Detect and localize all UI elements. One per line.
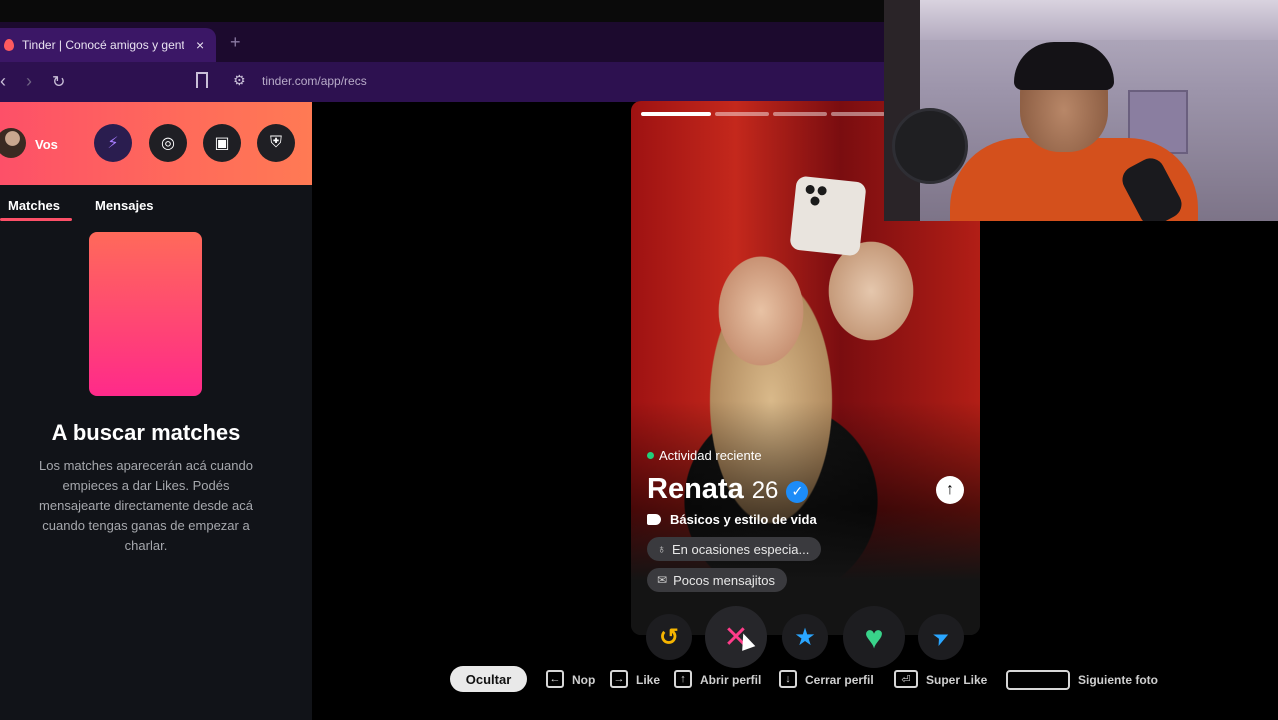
super-like-button[interactable]: ★ (782, 614, 828, 660)
compass-icon: ◎ (161, 135, 175, 152)
avatar[interactable] (0, 128, 26, 158)
webcam-overlay (884, 0, 1278, 221)
rewind-icon: ↺ (658, 623, 680, 651)
match-placeholder-card (89, 232, 202, 396)
photo-progress-segment (715, 112, 769, 116)
shortcut-label: Super Like (926, 673, 988, 687)
hide-shortcuts-button[interactable]: Ocultar (450, 666, 527, 692)
chip-label: En ocasiones especia... (672, 541, 810, 557)
tab-mensajes[interactable]: Mensajes (95, 198, 154, 213)
open-profile-button[interactable]: ↑ (936, 476, 964, 504)
webcam-ceiling (884, 0, 1278, 40)
boost-send-button[interactable]: ➤ (918, 614, 964, 660)
site-settings-icon[interactable]: ⚙ (233, 72, 246, 89)
webcam-person-hair (1014, 42, 1114, 90)
shield-icon: ⛨ (269, 134, 282, 151)
close-icon[interactable]: × (196, 37, 204, 53)
sidebar-header: Vos ⚡ ◎ ▣ ⛨ (0, 102, 312, 185)
online-dot-icon (647, 452, 654, 459)
profile-name: Renata (647, 473, 744, 505)
empty-state-title: A buscar matches (51, 420, 241, 445)
shortcut-label: Like (636, 673, 661, 687)
like-button[interactable]: ♥ (843, 606, 905, 668)
webcam-fan (892, 108, 968, 184)
phone-in-photo (789, 175, 867, 257)
chip-label: Pocos mensajitos (673, 572, 775, 588)
tab-title: Tinder | Conocé amigos y gente (22, 38, 184, 52)
message-icon: ✉ (657, 573, 668, 587)
photo-progress-segment (831, 112, 885, 116)
paper-plane-icon: ➤ (928, 623, 954, 651)
matches-sidebar: Vos ⚡ ◎ ▣ ⛨ Matches Mensajes A buscar ma… (0, 102, 312, 720)
empty-state-description: Los matches aparecerán acá cuando empiec… (39, 458, 253, 553)
photo-progress-segment (641, 112, 711, 116)
down-arrow-key-icon: ↓ (779, 670, 797, 688)
verified-badge-icon: ✓ (786, 480, 809, 503)
tab-matches[interactable]: Matches (8, 198, 60, 217)
top-strip (0, 0, 884, 22)
new-tab-button[interactable]: + (230, 32, 241, 53)
work-mode-button[interactable]: ▣ (203, 124, 241, 162)
reload-icon[interactable]: ↻ (52, 72, 65, 92)
forward-icon[interactable]: › (26, 71, 32, 92)
left-arrow-key-icon: ← (546, 670, 564, 688)
shortcut-label: Cerrar perfil (805, 673, 874, 687)
address-bar[interactable]: tinder.com/app/recs (262, 74, 367, 88)
profile-age: 26 (751, 477, 779, 504)
back-icon[interactable]: ‹ (0, 71, 6, 92)
heart-icon: ♥ (864, 618, 884, 655)
enter-key-icon: ⏎ (894, 670, 918, 688)
rewind-button[interactable]: ↺ (646, 614, 692, 660)
boost-button[interactable]: ⚡ (94, 124, 132, 162)
basics-section-title: Básicos y estilo de vida (647, 512, 817, 527)
star-icon: ★ (794, 623, 816, 651)
profile-chip-drinking: ♁ En ocasiones especia... (647, 537, 822, 561)
tag-icon (647, 514, 661, 525)
sidebar-tabs: Matches Mensajes (0, 198, 312, 222)
tinder-flame-icon (4, 39, 14, 51)
space-key-icon (1006, 670, 1070, 690)
briefcase-icon: ▣ (214, 135, 230, 152)
phone-camera (817, 185, 828, 196)
activity-status: Actividad reciente (647, 448, 762, 463)
keyboard-shortcuts-bar: Ocultar ← Nop → Like ↑ Abrir perfil ↓ Ce… (0, 664, 1278, 694)
bolt-icon: ⚡ (107, 135, 119, 152)
shortcut-label: Nop (572, 673, 596, 687)
active-tab-indicator (0, 218, 72, 221)
explore-button[interactable]: ◎ (149, 124, 187, 162)
shortcut-label: Siguiente foto (1078, 673, 1158, 687)
safety-button[interactable]: ⛨ (257, 124, 295, 162)
profile-chip-communication: ✉ Pocos mensajitos (647, 568, 787, 592)
up-arrow-key-icon: ↑ (674, 670, 692, 688)
browser-tabbar: Tinder | Conocé amigos y gente × + (0, 22, 884, 62)
user-label[interactable]: Vos (35, 137, 58, 152)
profile-name-row: Renata 26 ✓ (647, 473, 809, 506)
basics-label: Básicos y estilo de vida (670, 512, 817, 527)
phone-camera (805, 184, 816, 195)
screen: Tinder | Conocé amigos y gente × + ‹ › ↻… (0, 0, 1278, 720)
photo-progress-segment (773, 112, 827, 116)
bookmark-icon[interactable] (196, 72, 208, 88)
browser-toolbar: ‹ › ↻ ⚙ tinder.com/app/recs (0, 62, 884, 102)
shortcut-label: Abrir perfil (700, 673, 762, 687)
nope-button[interactable]: ✕ (705, 606, 767, 668)
browser-tab-tinder[interactable]: Tinder | Conocé amigos y gente × (0, 28, 216, 62)
drink-icon: ♁ (657, 542, 666, 556)
right-arrow-key-icon: → (610, 670, 628, 688)
activity-label: Actividad reciente (659, 448, 762, 463)
phone-camera (810, 196, 820, 207)
